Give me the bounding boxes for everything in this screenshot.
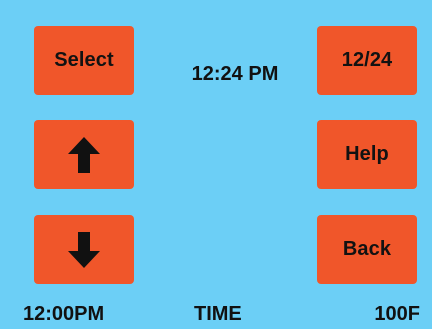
current-time: 12:24 PM: [191, 63, 279, 85]
select-button-label: Select: [54, 49, 114, 71]
up-button[interactable]: [34, 120, 134, 189]
help-button-label: Help: [345, 143, 389, 165]
back-button[interactable]: Back: [317, 215, 417, 284]
time-format-toggle-button[interactable]: 12/24: [317, 26, 417, 95]
footer-mode: TIME: [194, 303, 242, 325]
arrow-up-icon: [68, 136, 100, 173]
clock-screen: Select 12:24 PM 12/24 Help Back 12:00PM …: [0, 0, 432, 329]
time-format-toggle-label: 12/24: [341, 49, 393, 71]
footer-time: 12:00PM: [23, 303, 105, 325]
footer-temperature: 100F: [374, 303, 420, 325]
down-button[interactable]: [34, 215, 134, 284]
back-button-label: Back: [342, 238, 392, 260]
arrow-down-icon: [68, 231, 100, 268]
help-button[interactable]: Help: [317, 120, 417, 189]
select-button[interactable]: Select: [34, 26, 134, 95]
